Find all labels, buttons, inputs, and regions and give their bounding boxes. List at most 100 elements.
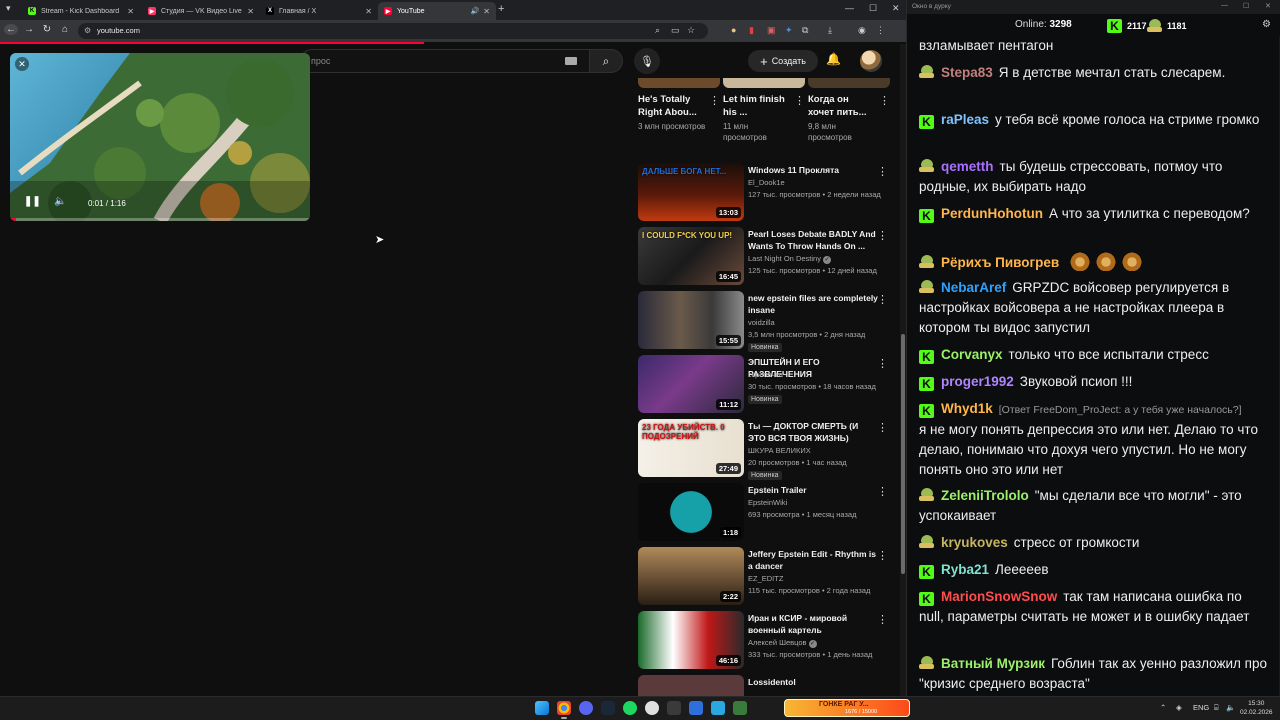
zoom-icon[interactable]: ⌕ bbox=[655, 25, 660, 36]
chat-maximize-icon[interactable]: ☐ bbox=[1243, 2, 1249, 10]
miniplayer-close-icon[interactable]: ✕ bbox=[15, 57, 29, 71]
recommendation-item[interactable]: 11:12 ЭПШТЕЙН И ЕГО РАЗВЛЕЧЕНИЯ скрепочка 3… bbox=[638, 355, 894, 413]
chat-username[interactable]: ZeleniiTrololo bbox=[941, 488, 1029, 503]
chat-message[interactable]: ZeleniiTrololo "мы сделали все что могли"… bbox=[919, 486, 1267, 526]
recommendation-item[interactable]: 2:22 Jeffery Epstein Edit - Rhythm is a d… bbox=[638, 547, 894, 605]
tray-chevron-icon[interactable]: ⌃ bbox=[1160, 703, 1166, 712]
donation-goal-widget[interactable]: ГОНКЕ РАГ У... 1676 / 15000 bbox=[784, 699, 910, 717]
system-clock[interactable]: 15:30 02.02.2026 bbox=[1240, 699, 1273, 717]
chat-minimize-icon[interactable]: — bbox=[1221, 2, 1228, 9]
chat-username[interactable]: proger1992 bbox=[941, 374, 1014, 389]
video-thumbnail[interactable] bbox=[638, 675, 744, 696]
chat-username[interactable]: NebarAref bbox=[941, 280, 1006, 295]
chat-username[interactable]: Рёрихъ Пивогрев bbox=[941, 255, 1059, 270]
video-title[interactable]: Windows 11 Проклята bbox=[748, 165, 878, 177]
chat-message[interactable]: Stepa83 Я в детстве мечтал стать слесарем… bbox=[919, 63, 1267, 83]
chat-message[interactable]: qemetth ты будешь стрессовать, потмоу что… bbox=[919, 157, 1267, 197]
tab-vk-studio[interactable]: ▶ Студия — VK Видео Live ✕ bbox=[142, 2, 260, 20]
chat-message[interactable]: K Corvanyx только что все испытали стресс bbox=[919, 345, 1267, 365]
address-text[interactable]: youtube.com bbox=[97, 26, 140, 35]
chat-message[interactable]: K PerdunHohotun А что за утилитка с перево… bbox=[919, 204, 1267, 224]
recommendation-item[interactable]: Lossidentol bbox=[638, 675, 894, 696]
voice-search-button[interactable]: 🎙 bbox=[634, 48, 660, 74]
minimize-icon[interactable]: — bbox=[845, 3, 854, 13]
video-title[interactable]: Epstein Trailer bbox=[748, 485, 878, 497]
channel-name[interactable]: Алексей Шевцов ✓ bbox=[748, 638, 817, 648]
video-menu-icon[interactable]: ⋮ bbox=[877, 485, 888, 498]
new-tab-button[interactable]: + bbox=[498, 3, 504, 15]
settings-gear-icon[interactable]: ⚙ bbox=[1262, 19, 1271, 30]
video-title[interactable]: Иран и КСИР - мировой военный картель bbox=[748, 613, 878, 636]
search-button[interactable]: ⌕ bbox=[589, 49, 623, 73]
tab-close-icon[interactable]: ✕ bbox=[365, 7, 372, 16]
extension-red-icon[interactable]: ▮ bbox=[749, 25, 754, 36]
video-thumbnail[interactable]: 2:22 bbox=[638, 547, 744, 605]
download-icon[interactable]: ⤓ bbox=[828, 25, 832, 36]
volume-tray-icon[interactable]: 🔈 bbox=[1226, 703, 1235, 712]
short-title[interactable]: He's Totally Right Abou... bbox=[638, 93, 706, 121]
chat-username[interactable]: qemetth bbox=[941, 159, 994, 174]
channel-name[interactable]: EZ_EDITZ bbox=[748, 574, 783, 583]
tab-youtube[interactable]: ▶ YouTube 🔊 ✕ bbox=[378, 2, 496, 20]
create-button[interactable]: + Создать bbox=[748, 50, 818, 72]
channel-name[interactable]: ШКУРА ВЕЛИКИХ bbox=[748, 446, 811, 455]
recommendation-item[interactable]: ДАЛЬШЕ БОГА НЕТ... 13:03 Windows 11 Прокля… bbox=[638, 163, 894, 221]
chat-username[interactable]: raPleas bbox=[941, 112, 989, 127]
address-bar[interactable]: ⚙ youtube.com bbox=[78, 23, 708, 39]
video-title[interactable]: Pearl Loses Debate BADLY And Wants To Th… bbox=[748, 229, 878, 252]
short-thumbnail[interactable] bbox=[638, 78, 720, 88]
channel-name[interactable]: Last Night On Destiny ✓ bbox=[748, 254, 831, 264]
short-item[interactable]: Когда он хочет пить... 9,8 млн просмотро… bbox=[808, 78, 890, 143]
pause-icon[interactable]: ❚❚ bbox=[24, 196, 41, 207]
video-thumbnail[interactable]: 23 ГОДА УБИЙСТВ. 0 ПОДОЗРЕНИЙ 27:49 bbox=[638, 419, 744, 477]
chat-username[interactable]: Ватный Мурзик bbox=[941, 656, 1045, 671]
app-icon[interactable] bbox=[667, 701, 681, 715]
notifications-bell-icon[interactable]: 🔔 bbox=[826, 52, 841, 66]
forward-icon[interactable]: → bbox=[22, 24, 36, 35]
video-thumbnail[interactable]: 11:12 bbox=[638, 355, 744, 413]
chat-message[interactable]: Рёрихъ Пивогрев bbox=[919, 251, 1267, 273]
chrome-icon[interactable] bbox=[557, 701, 571, 719]
extension-cookie-icon[interactable]: ● bbox=[731, 25, 736, 35]
tab-search-icon[interactable]: ▾ bbox=[6, 3, 11, 14]
tab-close-icon[interactable]: ✕ bbox=[247, 7, 254, 16]
tray-app-icon[interactable]: ◈ bbox=[1176, 703, 1182, 712]
short-title[interactable]: Let him finish his ... bbox=[723, 93, 791, 121]
tab-kick-dashboard[interactable]: K Stream - Kick Dashboard ✕ bbox=[22, 2, 140, 20]
video-title[interactable]: new epstein files are completely insane bbox=[748, 293, 878, 316]
recommendation-item[interactable]: 23 ГОДА УБИЙСТВ. 0 ПОДОЗРЕНИЙ 27:49 Ты — Д… bbox=[638, 419, 894, 480]
short-menu-icon[interactable]: ⋮ bbox=[794, 94, 805, 107]
video-menu-icon[interactable]: ⋮ bbox=[877, 613, 888, 626]
search-input[interactable]: прос bbox=[300, 49, 590, 73]
chat-username[interactable]: Stepa83 bbox=[941, 65, 993, 80]
short-menu-icon[interactable]: ⋮ bbox=[709, 94, 720, 107]
video-title[interactable]: Jeffery Epstein Edit - Rhythm is a dance… bbox=[748, 549, 878, 572]
video-thumbnail[interactable]: 15:55 bbox=[638, 291, 744, 349]
chat-username[interactable]: kryukoves bbox=[941, 535, 1008, 550]
page-scrollbar-thumb[interactable] bbox=[901, 334, 905, 574]
channel-name[interactable]: voidzilla bbox=[748, 318, 775, 327]
telegram-icon[interactable] bbox=[711, 701, 725, 715]
chat-message[interactable]: Kproger1992 Звуковой псиоп !!! bbox=[919, 372, 1267, 392]
menu-kebab-icon[interactable]: ⋮ bbox=[876, 25, 885, 36]
chat-message[interactable]: kryukoves стресс от громкости bbox=[919, 533, 1267, 553]
recommendation-item[interactable]: I COULD F*CK YOU UP! 16:45 Pearl Loses Deb… bbox=[638, 227, 894, 285]
extension-badge-icon[interactable]: ▣ bbox=[767, 25, 776, 36]
recommendation-item[interactable]: 46:16 Иран и КСИР - мировой военный карте… bbox=[638, 611, 894, 669]
video-menu-icon[interactable]: ⋮ bbox=[877, 229, 888, 242]
chat-close-icon[interactable]: ✕ bbox=[1265, 2, 1271, 10]
video-thumbnail[interactable]: 1:18 bbox=[638, 483, 744, 541]
tab-x-home[interactable]: X Главная / X ✕ bbox=[260, 2, 378, 20]
account-avatar[interactable] bbox=[860, 50, 882, 72]
miniplayer[interactable]: ✕ ❚❚ 🔈 0:01 / 1:16 bbox=[10, 53, 310, 221]
video-menu-icon[interactable]: ⋮ bbox=[877, 421, 888, 434]
extension-blue-icon[interactable]: ✦ bbox=[785, 25, 793, 36]
video-title[interactable]: Ты — ДОКТОР СМЕРТЬ (И ЭТО ВСЯ ТВОЯ ЖИЗНЬ… bbox=[748, 421, 878, 444]
chat-message[interactable]: K Ryba21 Лееееев bbox=[919, 560, 1267, 580]
recommendation-item[interactable]: 15:55 new epstein files are completely in… bbox=[638, 291, 894, 352]
video-menu-icon[interactable]: ⋮ bbox=[877, 293, 888, 306]
cast-icon[interactable]: ▭ bbox=[671, 25, 680, 36]
profile-icon[interactable]: ◉ bbox=[858, 25, 866, 36]
channel-name[interactable]: EpsteinWiki bbox=[748, 498, 787, 507]
extensions-puzzle-icon[interactable]: ⧉ bbox=[802, 25, 808, 36]
